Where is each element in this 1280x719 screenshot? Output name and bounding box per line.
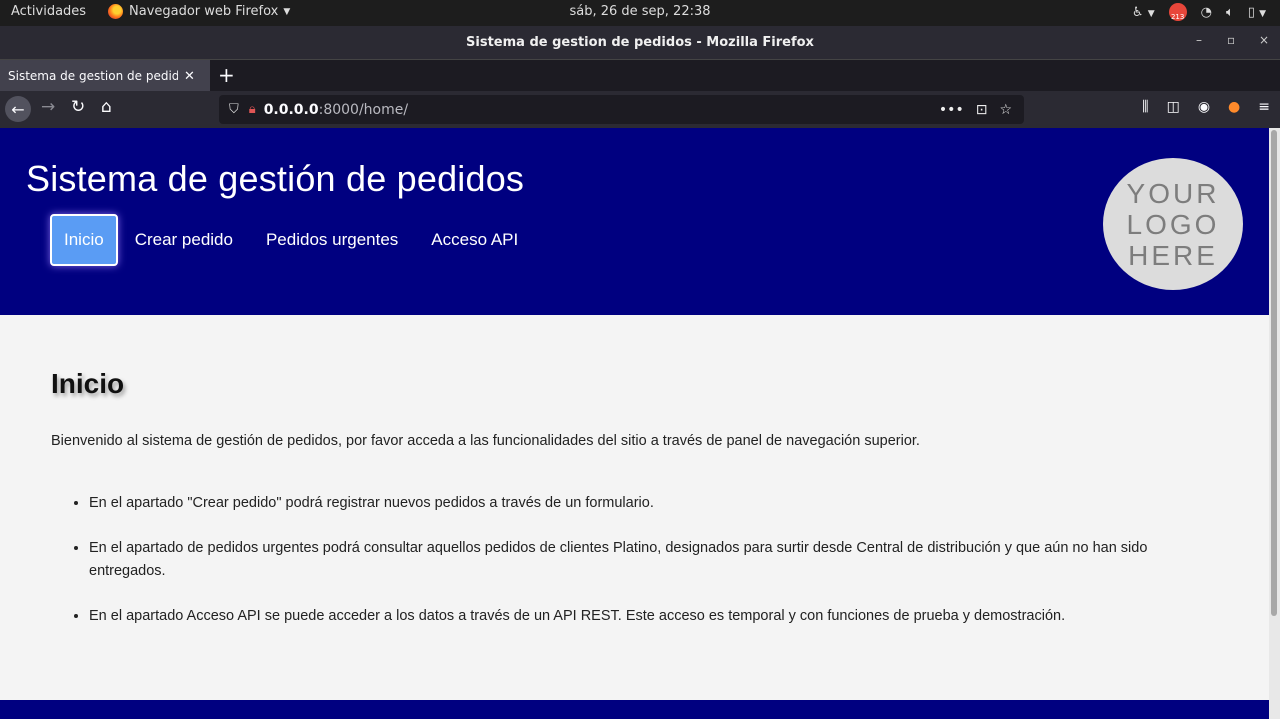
pocket-icon[interactable]: ⊡ (976, 102, 988, 118)
activities-button[interactable]: Actividades (11, 4, 86, 19)
minimize-icon[interactable]: – (1196, 33, 1202, 47)
battery-icon[interactable]: ▯ ▼ (1248, 5, 1266, 20)
navigation-toolbar: ← → ↻ ⌂ ⛉ 🔒︎ 0.0.0.0:8000/home/ ••• ⊡ ☆ … (0, 91, 1280, 128)
firefox-icon (108, 4, 123, 19)
url-host: 0.0.0.0 (263, 101, 319, 118)
logo-line: HERE (1128, 239, 1218, 271)
logo-placeholder: YOUR LOGO HERE (1103, 158, 1243, 290)
page-actions-icon[interactable]: ••• (939, 102, 964, 118)
nav-pedidos-urgentes[interactable]: Pedidos urgentes (266, 230, 398, 250)
tab-strip: Sistema de gestion de pedidos ✕ + (0, 59, 1280, 92)
extension-icon[interactable]: ● (1228, 99, 1240, 115)
reload-button[interactable]: ↻ (71, 97, 85, 117)
url-path: :8000/home/ (318, 101, 409, 118)
insecure-lock-icon[interactable]: 🔒︎ (249, 102, 256, 117)
system-tray[interactable]: ♿︎ ▼ 213 ◔ 🔈︎ ▯ ▼ (1132, 3, 1266, 21)
app-menu[interactable]: Navegador web Firefox ▼ (108, 4, 290, 19)
nav-inicio[interactable]: Inicio (50, 214, 118, 266)
site-header: Sistema de gestión de pedidos Inicio Cre… (0, 128, 1269, 315)
page-heading: Inicio (51, 368, 125, 399)
window-title-bar: Sistema de gestion de pedidos - Mozilla … (0, 26, 1280, 59)
window-title: Sistema de gestion de pedidos - Mozilla … (466, 35, 814, 50)
chevron-down-icon: ▼ (283, 6, 291, 17)
close-window-icon[interactable]: × (1259, 33, 1269, 47)
accessibility-icon[interactable]: ♿︎ ▼ (1132, 5, 1155, 20)
back-button[interactable]: ← (5, 96, 31, 122)
site-title: Sistema de gestión de pedidos (26, 158, 525, 199)
nav-crear-pedido[interactable]: Crear pedido (135, 230, 233, 250)
wifi-icon[interactable]: ◔ (1201, 5, 1212, 20)
logo-line: YOUR (1126, 177, 1220, 209)
scrollbar-thumb[interactable] (1271, 130, 1277, 616)
page-viewport: Sistema de gestión de pedidos Inicio Cre… (0, 128, 1269, 719)
bookmark-star-icon[interactable]: ☆ (999, 102, 1012, 118)
close-tab-icon[interactable]: ✕ (184, 69, 195, 84)
account-icon[interactable]: ◉ (1198, 99, 1210, 115)
maximize-icon[interactable]: ▫ (1227, 33, 1235, 47)
list-item: En el apartado "Crear pedido" podrá regi… (89, 492, 1199, 515)
list-item: En el apartado Acceso API se puede acced… (89, 605, 1199, 628)
new-tab-button[interactable]: + (218, 63, 235, 87)
site-footer (0, 700, 1269, 719)
menu-icon[interactable]: ≡ (1258, 99, 1270, 115)
app-menu-label: Navegador web Firefox (129, 4, 279, 19)
url-bar[interactable]: ⛉ 🔒︎ 0.0.0.0:8000/home/ ••• ⊡ ☆ (219, 95, 1024, 124)
system-top-bar: Actividades Navegador web Firefox ▼ sáb,… (0, 0, 1280, 26)
logo-line: LOGO (1126, 208, 1220, 240)
shield-icon[interactable]: ⛉ (229, 102, 239, 117)
feature-list: En el apartado "Crear pedido" podrá regi… (51, 492, 1199, 650)
tab-label: Sistema de gestion de pedidos (8, 69, 178, 83)
intro-text: Bienvenido al sistema de gestión de pedi… (51, 433, 920, 449)
volume-icon[interactable]: 🔈︎ (1226, 5, 1234, 20)
tab-active[interactable]: Sistema de gestion de pedidos ✕ (0, 60, 210, 92)
sidebar-icon[interactable]: ◫ (1167, 99, 1180, 115)
vertical-scrollbar[interactable] (1269, 128, 1280, 719)
list-item: En el apartado de pedidos urgentes podrá… (89, 537, 1199, 583)
notification-badge[interactable]: 213 (1168, 3, 1187, 21)
site-nav: Inicio Crear pedido Pedidos urgentes Acc… (50, 214, 551, 266)
home-button[interactable]: ⌂ (101, 97, 112, 117)
nav-acceso-api[interactable]: Acceso API (431, 230, 518, 250)
library-icon[interactable]: ⫼ (1142, 99, 1148, 115)
forward-button[interactable]: → (41, 97, 55, 117)
